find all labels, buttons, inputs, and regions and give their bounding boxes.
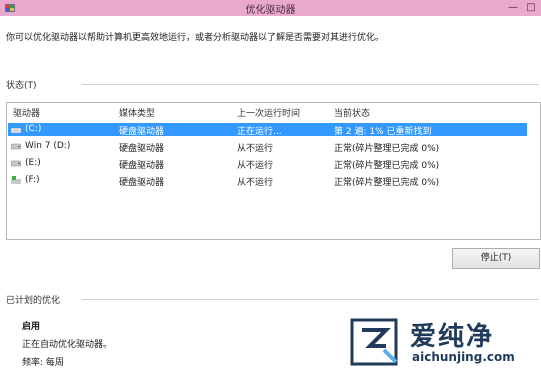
scheduled-divider bbox=[82, 299, 539, 300]
title-bar: 优化驱动器 — □ bbox=[0, 0, 541, 16]
drive-list[interactable]: 驱动器 媒体类型 上一次运行时间 当前状态 (C:) 硬盘驱动器 正在运行...… bbox=[6, 102, 541, 240]
media-type: 硬盘驱动器 bbox=[119, 144, 165, 154]
status-section-label: 状态(T) bbox=[6, 81, 37, 91]
drive-row-f[interactable]: (F:) 硬盘驱动器 从不运行 正常(碎片整理已完成 0%) bbox=[8, 174, 527, 188]
drive-row-c[interactable]: (C:) 硬盘驱动器 正在运行... 第 2 遍: 1% 已重新找到 bbox=[8, 123, 527, 137]
drive-name: Win 7 (D:) bbox=[25, 141, 71, 151]
column-header-media-type[interactable]: 媒体类型 bbox=[119, 106, 155, 119]
last-run: 从不运行 bbox=[237, 161, 274, 171]
last-run: 从不运行 bbox=[237, 178, 274, 188]
schedule-state: 启用 bbox=[22, 322, 41, 332]
hard-drive-icon bbox=[11, 143, 21, 150]
media-type: 硬盘驱动器 bbox=[119, 178, 165, 188]
drive-name: (F:) bbox=[25, 175, 40, 185]
current-status: 正常(碎片整理已完成 0%) bbox=[334, 178, 440, 188]
drive-row-e[interactable]: (E:) 硬盘驱动器 从不运行 正常(碎片整理已完成 0%) bbox=[8, 157, 527, 171]
column-header-current-status[interactable]: 当前状态 bbox=[334, 106, 370, 119]
windows-drive-icon bbox=[11, 125, 21, 133]
current-status: 正常(碎片整理已完成 0%) bbox=[334, 161, 440, 171]
column-header-drive[interactable]: 驱动器 bbox=[13, 106, 40, 119]
drive-name: (C:) bbox=[25, 124, 42, 134]
column-header-last-run[interactable]: 上一次运行时间 bbox=[237, 106, 300, 119]
last-run: 正在运行... bbox=[237, 127, 282, 137]
watermark-mark-icon bbox=[350, 318, 398, 366]
drive-name: (E:) bbox=[25, 158, 41, 168]
schedule-frequency: 频率: 每周 bbox=[22, 358, 64, 368]
watermark-logo: 爱纯净 aichunjing.com bbox=[348, 316, 538, 368]
media-type: 硬盘驱动器 bbox=[119, 161, 165, 171]
description-text: 你可以优化驱动器以帮助计算机更高效地运行，或者分析驱动器以了解是否需要对其进行优… bbox=[6, 33, 385, 43]
stop-button[interactable]: 停止(T) bbox=[452, 248, 540, 269]
media-type: 硬盘驱动器 bbox=[119, 127, 165, 137]
maximize-icon[interactable]: □ bbox=[522, 0, 540, 16]
watermark-brand: 爱纯净 bbox=[410, 322, 495, 352]
scheduled-section-label: 已计划的优化 bbox=[6, 296, 61, 306]
hard-drive-icon bbox=[11, 160, 21, 167]
last-run: 从不运行 bbox=[237, 144, 274, 154]
green-drive-icon bbox=[11, 176, 21, 184]
current-status: 第 2 遍: 1% 已重新找到 bbox=[334, 127, 432, 137]
schedule-detail: 正在自动优化驱动器。 bbox=[22, 340, 113, 350]
minimize-icon[interactable]: — bbox=[504, 0, 522, 16]
status-divider bbox=[82, 84, 539, 85]
drive-row-d[interactable]: Win 7 (D:) 硬盘驱动器 从不运行 正常(碎片整理已完成 0%) bbox=[8, 140, 527, 154]
window-title: 优化驱动器 bbox=[245, 5, 296, 16]
watermark-url: aichunjing.com bbox=[412, 350, 515, 364]
current-status: 正常(碎片整理已完成 0%) bbox=[334, 144, 440, 154]
